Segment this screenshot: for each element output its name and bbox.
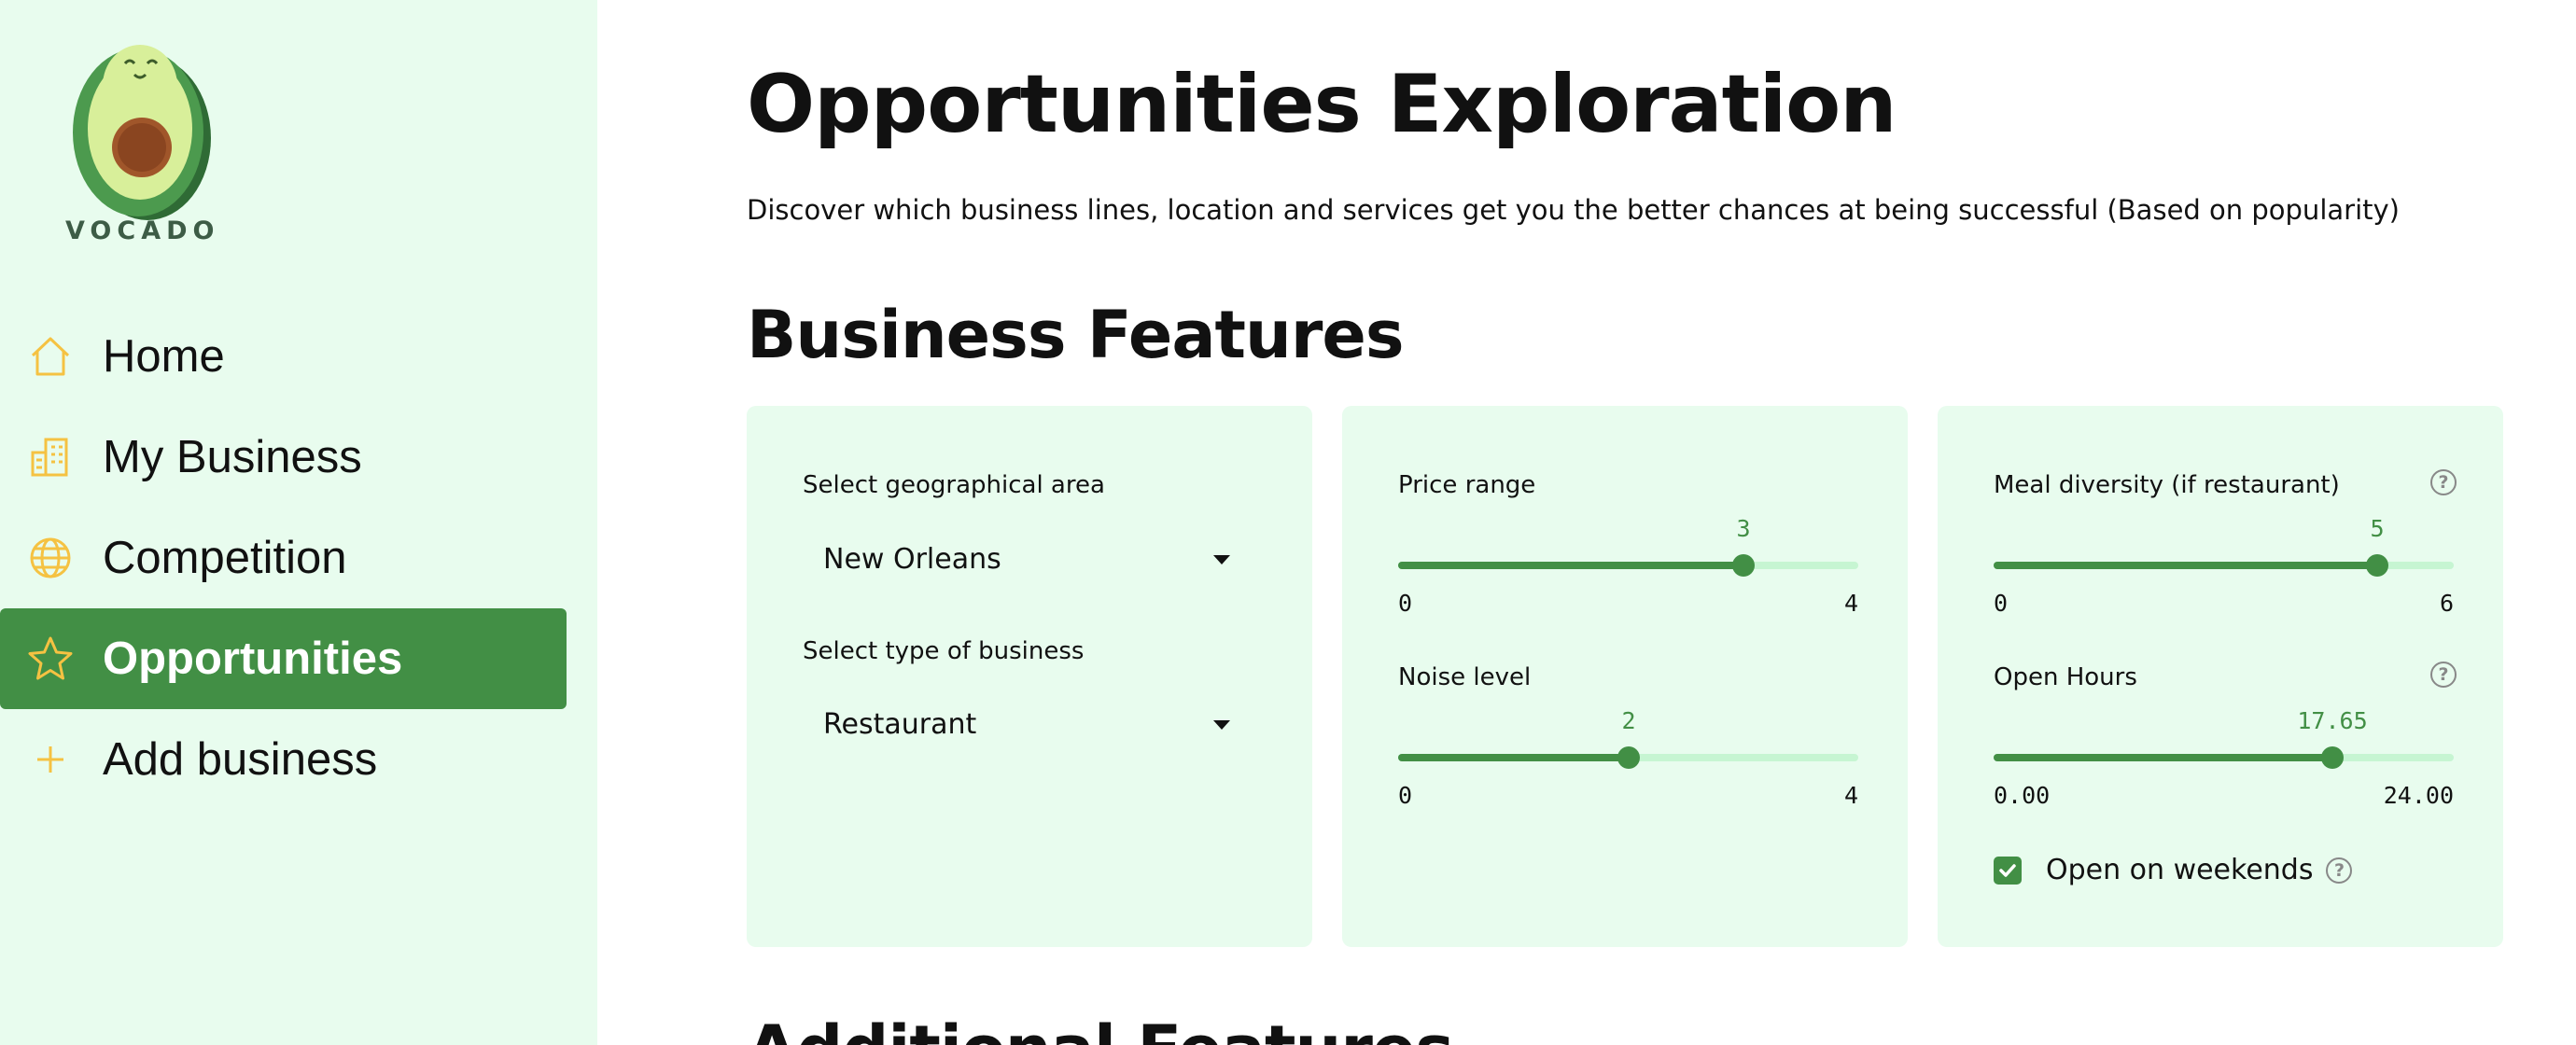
price-range-slider[interactable]: 3 0 4	[1398, 515, 1858, 617]
price-range-label: Price range	[1398, 471, 1536, 499]
slider-max: 6	[2439, 590, 2454, 617]
nav-label-my-business: My Business	[103, 432, 362, 482]
slider-min: 0	[1398, 590, 1413, 617]
plus-icon	[26, 735, 75, 784]
avocado-logo	[56, 17, 215, 250]
building-icon	[26, 433, 75, 481]
slider-fill	[1994, 754, 2332, 761]
nav-item-add-business[interactable]: Add business	[0, 709, 567, 810]
star-icon	[26, 634, 75, 683]
nav-item-competition[interactable]: Competition	[0, 508, 567, 608]
slider-max: 4	[1843, 782, 1858, 809]
sidebar: VOCADO Home My Business Competition Oppo…	[0, 0, 597, 1045]
house-icon	[26, 332, 75, 381]
main-content: Opportunities Exploration Discover which…	[747, 0, 2503, 1045]
checkbox-checked-icon[interactable]	[1994, 856, 2022, 885]
slider-min: 0.00	[1994, 782, 2051, 809]
caret-down-icon	[1213, 555, 1230, 564]
help-icon[interactable]: ?	[2430, 662, 2457, 688]
nav-item-home[interactable]: Home	[0, 306, 567, 407]
business-type-label: Select type of business	[803, 637, 1085, 665]
geo-area-value: New Orleans	[823, 542, 1001, 576]
slider-fill	[1398, 562, 1743, 569]
open-hours-slider[interactable]: 17.65 0.00 24.00	[1994, 707, 2454, 809]
nav-label-opportunities: Opportunities	[103, 634, 403, 684]
business-type-value: Restaurant	[823, 707, 977, 741]
slider-fill	[1398, 754, 1629, 761]
open-weekends-label: Open on weekends	[2046, 854, 2314, 886]
slider-value: 5	[2370, 515, 2385, 542]
section-title-business-features: Business Features	[747, 297, 1405, 373]
page-subtitle: Discover which business lines, location …	[747, 194, 2400, 226]
slider-value: 2	[1621, 707, 1636, 734]
card-price-noise: Price range 3 0 4 Noise level 2 0 4	[1342, 406, 1908, 947]
logo-text: VOCADO	[65, 216, 220, 245]
noise-level-slider[interactable]: 2 0 4	[1398, 707, 1858, 809]
globe-icon	[26, 534, 75, 582]
noise-level-label: Noise level	[1398, 663, 1532, 691]
section-title-additional-features: Additional Features	[747, 1011, 1454, 1045]
slider-thumb[interactable]	[2366, 554, 2388, 577]
meal-diversity-slider[interactable]: 5 0 6	[1994, 515, 2454, 617]
slider-fill	[1994, 562, 2377, 569]
slider-max: 24.00	[2383, 782, 2454, 809]
geo-area-select[interactable]: New Orleans	[803, 526, 1251, 592]
slider-value: 3	[1736, 515, 1751, 542]
page-title: Opportunities Exploration	[747, 58, 1897, 151]
help-icon[interactable]: ?	[2430, 469, 2457, 495]
slider-max: 4	[1843, 590, 1858, 617]
open-hours-label: Open Hours	[1994, 663, 2137, 691]
meal-diversity-label: Meal diversity (if restaurant)	[1994, 471, 2340, 499]
geo-area-label: Select geographical area	[803, 471, 1105, 499]
card-meal-hours: Meal diversity (if restaurant) ? 5 0 6 O…	[1938, 406, 2503, 947]
slider-thumb[interactable]	[1732, 554, 1755, 577]
card-location-type: Select geographical area New Orleans Sel…	[747, 406, 1312, 947]
slider-value: 17.65	[2297, 707, 2368, 734]
slider-min: 0	[1994, 590, 2009, 617]
slider-min: 0	[1398, 782, 1413, 809]
nav-item-my-business[interactable]: My Business	[0, 407, 567, 508]
business-type-select[interactable]: Restaurant	[803, 691, 1251, 757]
nav-label-add-business: Add business	[103, 734, 378, 785]
nav-label-competition: Competition	[103, 533, 347, 583]
nav-label-home: Home	[103, 331, 225, 382]
caret-down-icon	[1213, 720, 1230, 730]
help-icon[interactable]: ?	[2326, 857, 2353, 884]
open-weekends-checkbox[interactable]: Open on weekends ?	[1994, 854, 2353, 886]
nav-item-opportunities[interactable]: Opportunities	[0, 608, 567, 709]
slider-thumb[interactable]	[2321, 746, 2344, 769]
slider-thumb[interactable]	[1617, 746, 1640, 769]
